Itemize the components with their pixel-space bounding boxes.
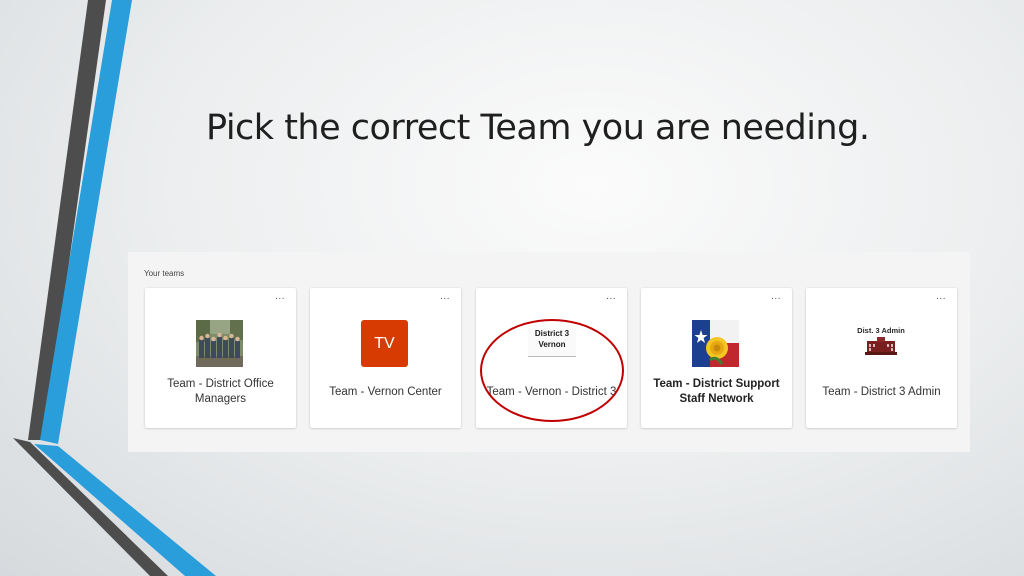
- district-3-admin-logo: Dist. 3 Admin: [851, 326, 911, 360]
- slide-title: Pick the correct Team you are needing.: [206, 108, 870, 148]
- team-card-vernon-center[interactable]: ... TV Team - Vernon Center: [310, 288, 461, 428]
- team-card-district-office-managers[interactable]: ... Team - District Office Managers: [145, 288, 296, 428]
- team-card-district-3-admin[interactable]: ... Dist. 3 Admin Team - District 3 Admi…: [806, 288, 957, 428]
- more-options-icon[interactable]: ...: [275, 291, 285, 302]
- team-name: Team - District 3 Admin: [822, 385, 941, 398]
- logo-line-2: Vernon: [538, 340, 566, 349]
- tv-avatar: TV: [361, 320, 408, 367]
- team-name: Team - Vernon Center: [329, 385, 442, 398]
- more-options-icon[interactable]: ...: [771, 291, 781, 302]
- more-options-icon[interactable]: ...: [440, 291, 450, 302]
- more-options-icon[interactable]: ...: [936, 291, 946, 302]
- logo-line-1: District 3: [534, 329, 570, 338]
- more-options-icon[interactable]: ...: [606, 291, 616, 302]
- team-name: Team - Vernon - District 3: [486, 385, 617, 398]
- your-teams-label: Your teams: [144, 269, 185, 278]
- teams-panel: Your teams ... Team - District Office Ma: [128, 252, 970, 452]
- team-name: Team - District Office Managers: [167, 378, 274, 405]
- building-icon: [865, 337, 897, 355]
- admin-logo-text: Dist. 3 Admin: [857, 326, 905, 335]
- district-3-logo: District 3 Vernon: [528, 328, 576, 357]
- texas-flag-rose-avatar: [692, 320, 739, 367]
- team-card-district-support-staff-network[interactable]: ... Team - District Support Staff Networ…: [641, 288, 792, 428]
- team-name: Team - District Support Staff Network: [653, 378, 780, 405]
- group-photo-avatar: [196, 320, 243, 367]
- team-card-vernon-district-3[interactable]: ... District 3 Vernon Team - Vernon - Di…: [476, 288, 627, 428]
